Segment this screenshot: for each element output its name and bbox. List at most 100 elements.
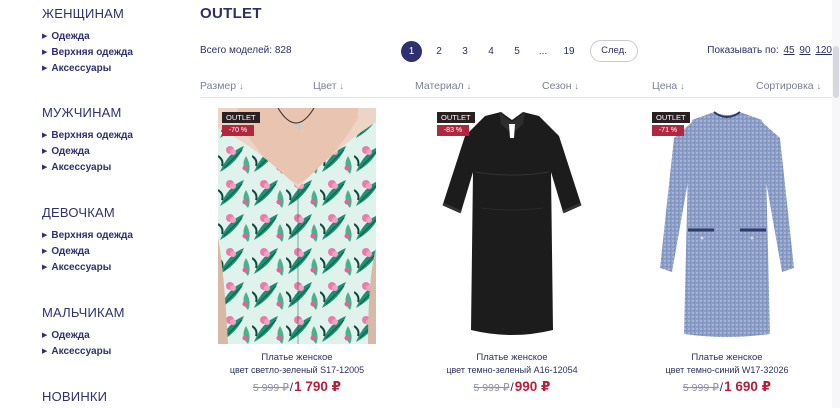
filter-color[interactable]: Цвет ↓ — [313, 80, 344, 92]
triangle-right-icon: ▶ — [42, 164, 48, 171]
product-name[interactable]: Платье женское — [218, 352, 376, 364]
product-image[interactable]: OUTLET -83 % — [433, 108, 591, 344]
triangle-right-icon: ▶ — [42, 33, 48, 40]
page-scrollbar[interactable] — [832, 0, 840, 408]
sidebar-item-men-clothing[interactable]: ▶ Одежда — [42, 144, 133, 160]
product-badges: OUTLET -83 % — [437, 112, 475, 136]
next-page-button[interactable]: След. — [590, 40, 638, 62]
product-image[interactable]: OUTLET -71 % — [648, 108, 806, 344]
category-title-men[interactable]: МУЖЧИНАМ — [42, 105, 133, 120]
category-girls: ДЕВОЧКАМ ▶ Верхняя одежда ▶ Одежда ▶ Аксесс… — [42, 205, 133, 276]
page-1-button[interactable]: 1 — [401, 40, 422, 62]
discount-badge: -71 % — [652, 125, 684, 136]
sidebar-item-women-accessories[interactable]: ▶ Аксессуары — [42, 61, 133, 77]
page-19-button[interactable]: 19 — [556, 46, 582, 57]
filter-label: Сортировка — [756, 80, 814, 92]
page-3-button[interactable]: 3 — [452, 46, 478, 57]
arrow-down-icon: ↓ — [574, 81, 580, 91]
triangle-right-icon: ▶ — [42, 264, 48, 271]
category-list-girls: ▶ Верхняя одежда ▶ Одежда ▶ Аксессуары — [42, 228, 133, 276]
product-color: цвет темно-зеленый A16-12054 — [446, 365, 578, 375]
per-page-selector: Показывать по: 45 90 120 — [707, 45, 832, 56]
filter-season[interactable]: Сезон ↓ — [542, 80, 579, 92]
arrow-down-icon: ↓ — [680, 81, 685, 91]
filter-size[interactable]: Размер ↓ — [200, 80, 244, 92]
product-price: 5 999 ₽/1 690 ₽ — [648, 378, 806, 396]
sidebar-item-boys-accessories[interactable]: ▶ Аксессуары — [42, 344, 125, 360]
blue-dress-photo — [648, 108, 806, 344]
product-badges: OUTLET -70 % — [222, 112, 260, 136]
filter-label: Сезон — [542, 80, 572, 92]
pagination: 1 2 3 4 5 ... 19 След. — [401, 40, 638, 62]
category-title-girls[interactable]: ДЕВОЧКАМ — [42, 205, 133, 220]
per-page-120-link[interactable]: 120 — [815, 45, 832, 56]
sidebar-item-women-clothing[interactable]: ▶ Одежда — [42, 29, 133, 45]
triangle-right-icon: ▶ — [42, 49, 48, 56]
triangle-right-icon: ▶ — [42, 332, 48, 339]
page-4-button[interactable]: 4 — [478, 46, 504, 57]
category-men: МУЖЧИНАМ ▶ Верхняя одежда ▶ Одежда ▶ Аксесс… — [42, 105, 133, 176]
arrow-down-icon: ↓ — [239, 81, 244, 91]
product-price: 5 999 ₽/990 ₽ — [433, 378, 591, 396]
product-card[interactable]: OUTLET -71 % Платье женское цвет темно-с… — [648, 108, 806, 396]
page-title: OUTLET — [200, 5, 262, 22]
outlet-badge: OUTLET — [437, 112, 475, 123]
filter-price[interactable]: Цена ↓ — [652, 80, 685, 92]
sidebar-item-men-accessories[interactable]: ▶ Аксессуары — [42, 160, 133, 176]
scrollbar-thumb[interactable] — [833, 46, 839, 98]
sidebar-item-label: Аксессуары — [51, 262, 112, 273]
filter-bar: Размер ↓ Цвет ↓ Материал ↓ Сезон ↓ Цена ↓ Сор… — [200, 80, 832, 94]
filter-sort[interactable]: Сортировка ↓ — [756, 80, 821, 92]
category-list-boys: ▶ Одежда ▶ Аксессуары — [42, 328, 125, 360]
sidebar-item-label: Аксессуары — [51, 162, 112, 173]
floral-dress-photo — [218, 108, 376, 344]
pagination-ellipsis: ... — [538, 45, 548, 57]
page-2-button[interactable]: 2 — [426, 46, 452, 57]
product-badges: OUTLET -71 % — [652, 112, 690, 136]
sale-price: 990 ₽ — [514, 379, 551, 394]
category-list-men: ▶ Верхняя одежда ▶ Одежда ▶ Аксессуары — [42, 128, 133, 176]
category-list-women: ▶ Одежда ▶ Верхняя одежда ▶ Аксессуары — [42, 29, 133, 77]
sidebar-item-girls-outerwear[interactable]: ▶ Верхняя одежда — [42, 228, 133, 244]
triangle-right-icon: ▶ — [42, 132, 48, 139]
product-card[interactable]: OUTLET -70 % Платье женское цвет светло-… — [218, 108, 376, 396]
filter-material[interactable]: Материал ↓ — [415, 80, 471, 92]
page-5-button[interactable]: 5 — [504, 46, 530, 57]
triangle-right-icon: ▶ — [42, 248, 48, 255]
per-page-90-link[interactable]: 90 — [799, 45, 810, 56]
category-new: НОВИНКИ — [42, 389, 107, 404]
triangle-right-icon: ▶ — [42, 348, 48, 355]
old-price: 5 999 ₽ — [252, 382, 289, 394]
old-price: 5 999 ₽ — [473, 382, 510, 394]
category-women: ЖЕНЩИНАМ ▶ Одежда ▶ Верхняя одежда ▶ Аксесс… — [42, 6, 133, 77]
triangle-right-icon: ▶ — [42, 232, 48, 239]
category-title-new[interactable]: НОВИНКИ — [42, 389, 107, 404]
filter-label: Размер — [200, 80, 237, 92]
product-image[interactable]: OUTLET -70 % — [218, 108, 376, 344]
sidebar-item-men-outerwear[interactable]: ▶ Верхняя одежда — [42, 128, 133, 144]
filter-label: Материал — [415, 80, 464, 92]
black-dress-photo — [433, 108, 591, 344]
outlet-badge: OUTLET — [652, 112, 690, 123]
per-page-45-link[interactable]: 45 — [784, 45, 795, 56]
product-name[interactable]: Платье женское — [433, 352, 591, 364]
old-price: 5 999 ₽ — [682, 382, 719, 394]
sidebar-item-women-outerwear[interactable]: ▶ Верхняя одежда — [42, 45, 133, 61]
category-title-women[interactable]: ЖЕНЩИНАМ — [42, 6, 133, 21]
product-card[interactable]: OUTLET -83 % Платье женское цвет темно-з… — [433, 108, 591, 396]
triangle-right-icon: ▶ — [42, 148, 48, 155]
filter-label: Цена — [652, 80, 678, 92]
sidebar-item-label: Одежда — [51, 31, 90, 42]
category-title-boys[interactable]: МАЛЬЧИКАМ — [42, 305, 125, 320]
arrow-down-icon: ↓ — [466, 81, 472, 91]
product-price: 5 999 ₽/1 790 ₽ — [218, 378, 376, 396]
discount-badge: -83 % — [437, 125, 469, 136]
total-models-count: Всего моделей: 828 — [200, 45, 292, 56]
sale-price: 1 690 ₽ — [724, 379, 772, 394]
product-name[interactable]: Платье женское — [648, 352, 806, 364]
sidebar-item-girls-clothing[interactable]: ▶ Одежда — [42, 244, 133, 260]
sale-price: 1 790 ₽ — [294, 379, 342, 394]
price-separator: / — [289, 380, 294, 394]
sidebar-item-boys-clothing[interactable]: ▶ Одежда — [42, 328, 125, 344]
sidebar-item-girls-accessories[interactable]: ▶ Аксессуары — [42, 260, 133, 276]
